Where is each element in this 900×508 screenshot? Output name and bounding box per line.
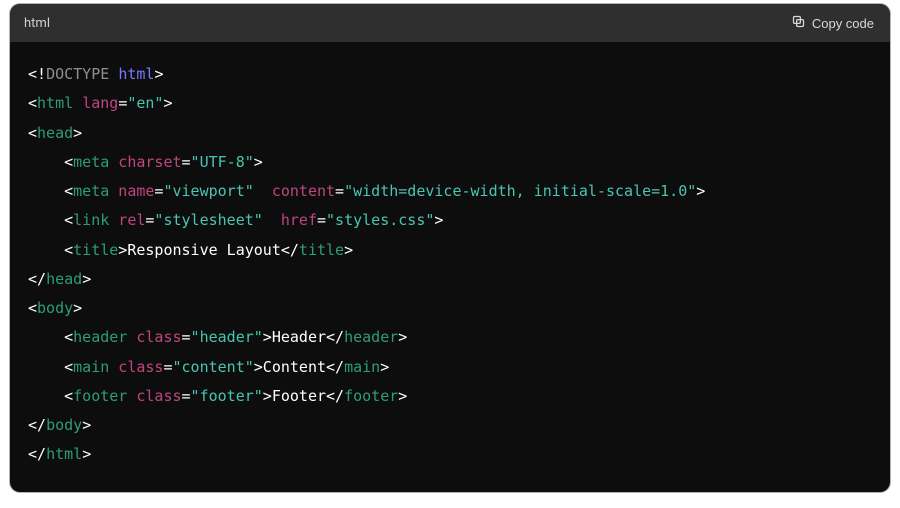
tag: header [73, 328, 127, 346]
tag: meta [73, 153, 109, 171]
val: "header" [191, 328, 263, 346]
attr: class [118, 358, 163, 376]
tag: footer [344, 387, 398, 405]
tag: body [37, 299, 73, 317]
attr: href [281, 211, 317, 229]
text: Content [263, 358, 326, 376]
copy-code-button[interactable]: Copy code [789, 12, 876, 34]
attr: class [136, 387, 181, 405]
code-block-header: html Copy code [10, 4, 890, 42]
language-label: html [24, 16, 50, 31]
tag: footer [73, 387, 127, 405]
val: "width=device-width, initial-scale=1.0" [344, 182, 696, 200]
attr: name [118, 182, 154, 200]
val: "en" [127, 94, 163, 112]
copy-code-label: Copy code [812, 16, 874, 31]
punct: > [154, 65, 163, 83]
attr: content [272, 182, 335, 200]
val: "stylesheet" [154, 211, 262, 229]
tag: main [73, 358, 109, 376]
tag: title [299, 241, 344, 259]
tag: main [344, 358, 380, 376]
tag: head [46, 270, 82, 288]
tag: meta [73, 182, 109, 200]
attr: rel [118, 211, 145, 229]
val: "footer" [191, 387, 263, 405]
tag: head [37, 124, 73, 142]
tag: body [46, 416, 82, 434]
val: "viewport" [163, 182, 253, 200]
tag: html [37, 94, 73, 112]
tag: html [46, 445, 82, 463]
punct: <! [28, 65, 46, 83]
tag: link [73, 211, 109, 229]
doctype-word: DOCTYPE [46, 65, 109, 83]
attr: class [136, 328, 181, 346]
tag: title [73, 241, 118, 259]
doctype-kw: html [118, 65, 154, 83]
attr: charset [118, 153, 181, 171]
copy-icon [791, 14, 806, 32]
code-block: html Copy code <!DOCTYPE html> <html lan… [10, 4, 890, 492]
tag: header [344, 328, 398, 346]
val: "content" [172, 358, 253, 376]
val: "styles.css" [326, 211, 434, 229]
val: "UTF-8" [191, 153, 254, 171]
attr: lang [82, 94, 118, 112]
text: Footer [272, 387, 326, 405]
code-content: <!DOCTYPE html> <html lang="en"> <head> … [10, 42, 890, 492]
text: Responsive Layout [127, 241, 281, 259]
text: Header [272, 328, 326, 346]
